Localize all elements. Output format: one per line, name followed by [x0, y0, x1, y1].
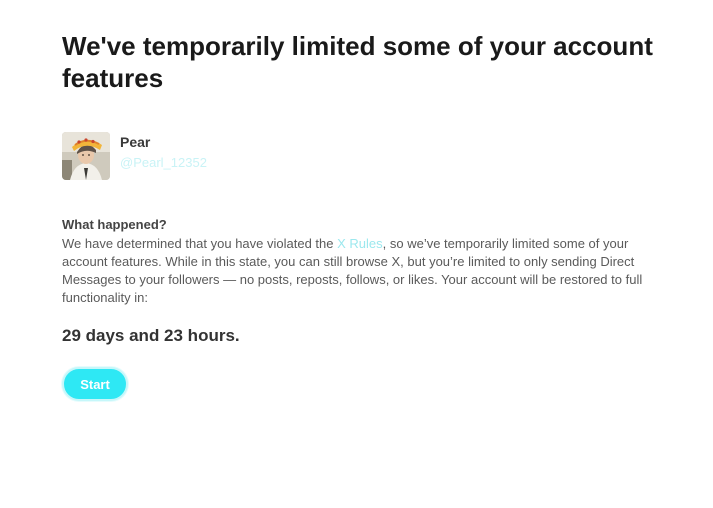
restriction-countdown: 29 days and 23 hours. [62, 326, 240, 345]
start-button[interactable]: Start [62, 367, 128, 401]
account-handle: @Pearl_12352 [120, 155, 207, 170]
body-text-start: We have determined that you have violate… [62, 236, 338, 251]
account-text: Pear @Pearl_12352 [120, 132, 207, 173]
account-summary: Pear @Pearl_12352 [62, 132, 207, 180]
avatar [62, 132, 110, 180]
section-body: We have determined that you have violate… [62, 235, 657, 307]
page-title: We've temporarily limited some of your a… [62, 31, 653, 93]
x-rules-link[interactable]: X Rules [337, 236, 383, 251]
section-heading: What happened? [62, 217, 167, 232]
limited-account-page: We've temporarily limited some of your a… [62, 30, 662, 401]
profile-photo-icon [62, 132, 110, 180]
account-name: Pear [120, 134, 151, 150]
what-happened-section: What happened? We have determined that y… [62, 216, 657, 307]
